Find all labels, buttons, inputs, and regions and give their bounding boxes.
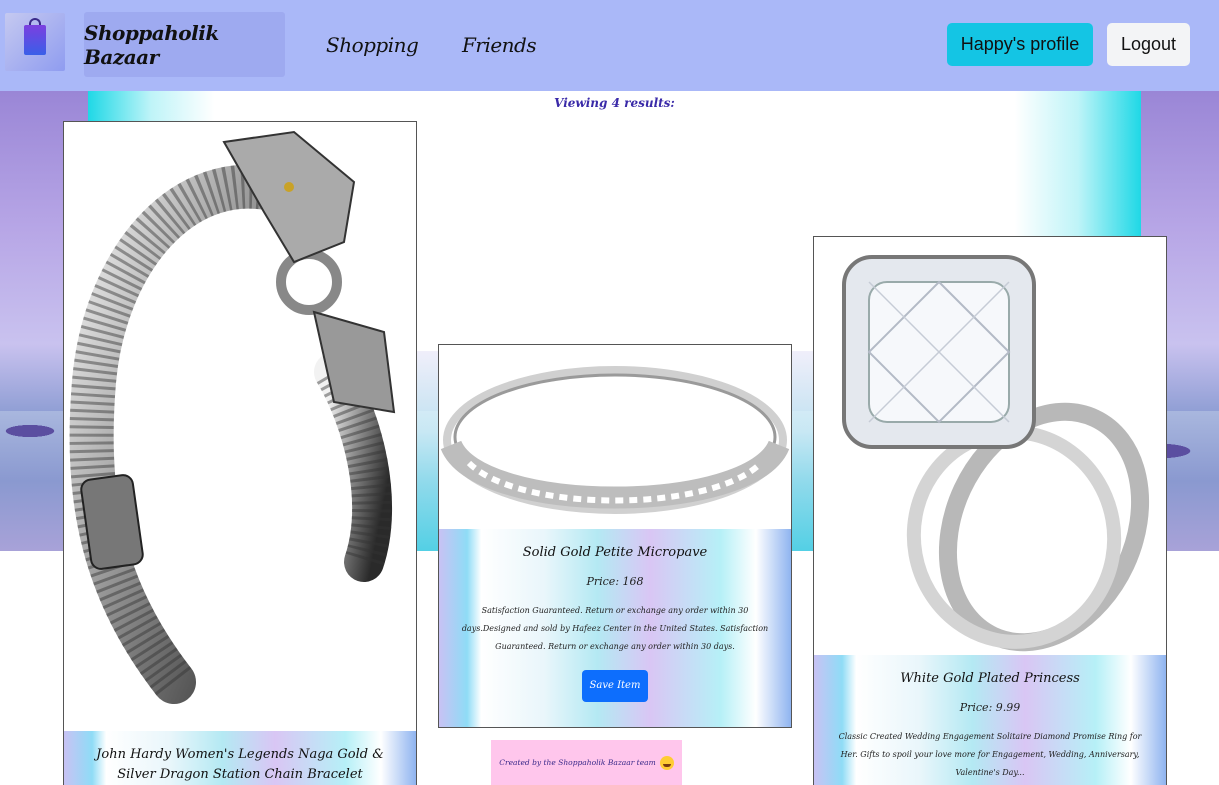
- footer-credit: Created by the Shoppaholik Bazaar team: [491, 740, 682, 785]
- results-count: Viewing 4 results:: [554, 96, 675, 110]
- silver-band-illustration: [440, 366, 790, 514]
- product-price: Price: 9.99: [959, 701, 1021, 714]
- footer-text: Created by the Shoppaholik Bazaar team: [499, 758, 656, 767]
- product-title[interactable]: John Hardy Women's Legends Naga Gold & S…: [64, 745, 416, 785]
- product-title[interactable]: Solid Gold Petite Micropave: [439, 543, 791, 563]
- dragon-bracelet-image[interactable]: [64, 122, 416, 731]
- product-title[interactable]: White Gold Plated Princess: [814, 669, 1166, 689]
- logout-button[interactable]: Logout: [1107, 23, 1190, 66]
- product-description: Classic Created Wedding Engagement Solit…: [838, 732, 1142, 777]
- product-card: White Gold Plated Princess Price: 9.99 C…: [813, 236, 1167, 785]
- product-price: Price: 168: [586, 575, 644, 588]
- grinning-face-icon: [659, 755, 674, 770]
- bag-body-icon: [24, 25, 46, 55]
- profile-button[interactable]: Happy's profile: [947, 23, 1093, 66]
- silver-band-ring-image[interactable]: [439, 345, 791, 529]
- princess-ring-illustration: [842, 255, 1150, 652]
- dragon-bracelet-illustration: [69, 130, 396, 704]
- product-card-body: White Gold Plated Princess Price: 9.99 C…: [814, 655, 1166, 785]
- shopping-bag-logo-icon[interactable]: [5, 13, 65, 71]
- product-description: Satisfaction Guaranteed. Return or excha…: [461, 606, 769, 651]
- save-item-button[interactable]: Save Item: [582, 670, 648, 702]
- navbar: Shoppaholik Bazaar Shopping Friends Happ…: [0, 0, 1219, 91]
- product-card-body: John Hardy Women's Legends Naga Gold & S…: [64, 731, 416, 785]
- product-card: Solid Gold Petite Micropave Price: 168 S…: [438, 344, 792, 728]
- nav-shopping-link[interactable]: Shopping: [326, 12, 419, 77]
- product-card: John Hardy Women's Legends Naga Gold & S…: [63, 121, 417, 785]
- princess-cut-ring-image[interactable]: [814, 237, 1166, 655]
- product-card-body: Solid Gold Petite Micropave Price: 168 S…: [439, 529, 791, 727]
- nav-brand-link[interactable]: Shoppaholik Bazaar: [84, 12, 285, 77]
- nav-friends-link[interactable]: Friends: [462, 12, 537, 77]
